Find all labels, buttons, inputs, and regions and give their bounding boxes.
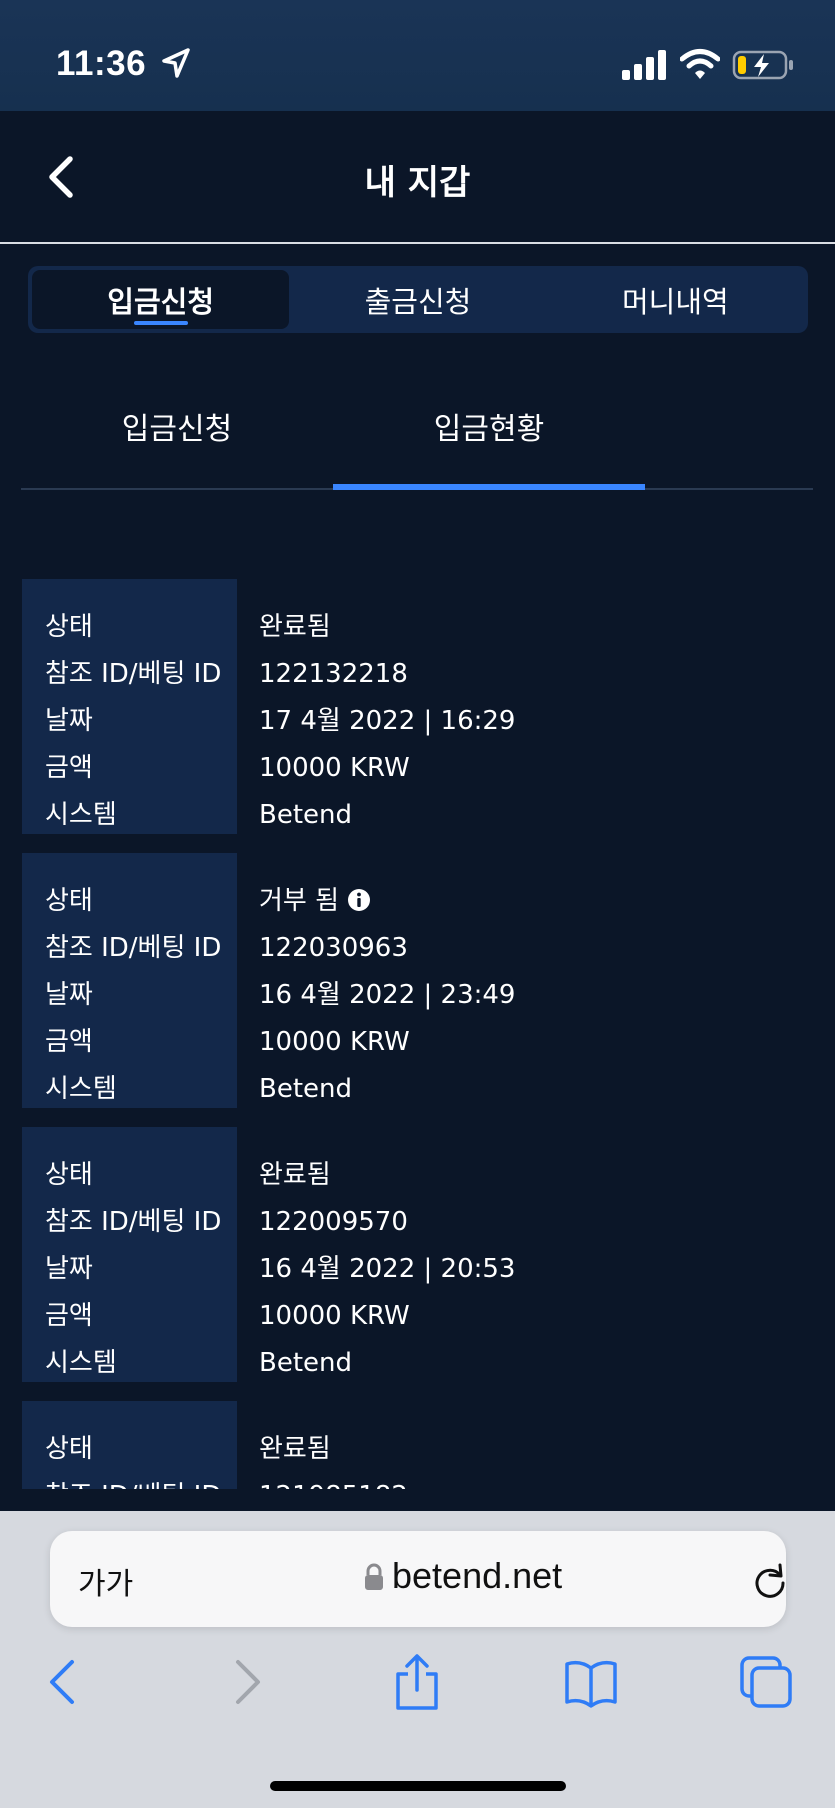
- record-values: 완료됨 122132218 17 4월 2022 | 16:29 10000 K…: [237, 579, 515, 834]
- tab-label: 입금신청: [107, 284, 215, 319]
- subtab-label: 입금현황: [433, 412, 545, 447]
- status-value: 완료됨: [259, 612, 331, 642]
- record-labels: 상태 참조 ID/베팅 ID 날짜 금액 시스템: [22, 1127, 237, 1382]
- deposit-subtabs: 입금신청 입금현황: [21, 388, 813, 490]
- record-card: 상태 참조 ID/베팅 ID 날짜 금액 시스템 완료됨 122132218 1…: [22, 579, 812, 834]
- status-label: 상태: [45, 1434, 93, 1464]
- ref-id-label: 참조 ID/베팅 ID: [45, 1473, 237, 1489]
- reload-icon[interactable]: [750, 1561, 790, 1601]
- tab-label: 머니내역: [621, 284, 729, 319]
- amount-value: 10000 KRW: [259, 1027, 410, 1057]
- page-header: 내 지갑: [0, 111, 835, 243]
- record-values: 거부 됨 122030963 16 4월 2022 | 23:49 10000 …: [237, 853, 515, 1108]
- record-labels: 상태 참조 ID/베팅 ID 날짜 금액 시스템: [22, 579, 237, 834]
- record-values: 완료됨 121985182: [237, 1401, 408, 1489]
- url-host: betend.net: [392, 1555, 563, 1596]
- record-card: 상태 참조 ID/베팅 ID 날짜 금액 시스템 완료됨 122009570 1…: [22, 1127, 812, 1382]
- tab-label: 출금신청: [364, 284, 472, 319]
- wifi-icon: [680, 49, 720, 79]
- system-label: 시스템: [45, 1348, 117, 1378]
- status-value: 완료됨: [259, 1434, 331, 1464]
- amount-label: 금액: [45, 1301, 93, 1331]
- status-value: 거부 됨: [259, 886, 340, 916]
- subtab-label: 입금신청: [121, 412, 233, 447]
- tab-money-history[interactable]: 머니내역: [547, 270, 804, 329]
- system-label: 시스템: [45, 800, 117, 830]
- ref-id-value: 122030963: [259, 933, 408, 963]
- browser-forward-icon[interactable]: [218, 1654, 272, 1710]
- status-bar: 11:36: [0, 0, 835, 111]
- share-icon[interactable]: [390, 1654, 444, 1710]
- page-title: 내 지갑: [364, 163, 471, 203]
- home-indicator: [270, 1781, 566, 1791]
- cellular-signal-icon: [622, 50, 666, 80]
- amount-value: 10000 KRW: [259, 753, 410, 783]
- address-bar[interactable]: 가가 betend.net: [50, 1531, 786, 1627]
- header-divider: [0, 242, 835, 244]
- ref-id-label: 참조 ID/베팅 ID: [45, 1207, 222, 1237]
- tabs-icon[interactable]: [740, 1654, 794, 1710]
- ref-id-label: 참조 ID/베팅 ID: [45, 659, 222, 689]
- amount-label: 금액: [45, 1027, 93, 1057]
- wallet-tabs: 입금신청 출금신청 머니내역: [28, 266, 808, 333]
- status-value-row: 거부 됨: [259, 878, 515, 925]
- record-values: 완료됨 122009570 16 4월 2022 | 20:53 10000 K…: [237, 1127, 515, 1382]
- status-time: 11:36: [56, 44, 147, 83]
- record-card: 상태 참조 ID/베팅 ID 날짜 금액 시스템 거부 됨 122030963 …: [22, 853, 812, 1108]
- tab-deposit-request[interactable]: 입금신청: [32, 270, 290, 329]
- record-card: 상태 참조 ID/베팅 ID 완료됨 121985182: [22, 1401, 812, 1489]
- record-labels: 상태 참조 ID/베팅 ID 날짜 금액 시스템: [22, 853, 237, 1108]
- active-tab-indicator: [133, 321, 188, 325]
- record-labels: 상태 참조 ID/베팅 ID: [22, 1401, 237, 1489]
- date-label: 날짜: [45, 706, 93, 736]
- ref-id-value: 122009570: [259, 1207, 408, 1237]
- date-label: 날짜: [45, 1254, 93, 1284]
- subtab-deposit-status[interactable]: 입금현황: [333, 388, 645, 490]
- text-size-button[interactable]: 가가: [78, 1559, 133, 1603]
- system-value: Betend: [259, 800, 353, 830]
- ref-id-label: 참조 ID/베팅 ID: [45, 933, 222, 963]
- browser-toolbar: 가가 betend.net: [0, 1511, 835, 1808]
- location-arrow-icon: [162, 48, 190, 78]
- deposit-records-list: 상태 참조 ID/베팅 ID 날짜 금액 시스템 완료됨 122132218 1…: [22, 579, 812, 1489]
- lock-icon: [365, 1563, 383, 1590]
- status-value: 완료됨: [259, 1160, 331, 1190]
- system-value: Betend: [259, 1348, 353, 1378]
- status-label: 상태: [45, 612, 93, 642]
- system-value: Betend: [259, 1074, 353, 1104]
- date-value: 16 4월 2022 | 20:53: [259, 1254, 516, 1284]
- ref-id-value: 122132218: [259, 659, 408, 689]
- info-icon[interactable]: [347, 888, 371, 912]
- status-label: 상태: [45, 1160, 93, 1190]
- tab-withdraw-request[interactable]: 출금신청: [289, 270, 546, 329]
- date-value: 17 4월 2022 | 16:29: [259, 706, 516, 736]
- status-label: 상태: [45, 886, 93, 916]
- battery-charging-icon: [732, 50, 793, 80]
- date-value: 16 4월 2022 | 23:49: [259, 980, 516, 1010]
- system-label: 시스템: [45, 1074, 117, 1104]
- ref-id-value: 121985182: [259, 1473, 408, 1489]
- date-label: 날짜: [45, 980, 93, 1010]
- browser-back-icon[interactable]: [38, 1654, 92, 1710]
- amount-label: 금액: [45, 753, 93, 783]
- bookmarks-icon[interactable]: [564, 1654, 618, 1710]
- amount-value: 10000 KRW: [259, 1301, 410, 1331]
- subtab-deposit-request[interactable]: 입금신청: [21, 388, 333, 488]
